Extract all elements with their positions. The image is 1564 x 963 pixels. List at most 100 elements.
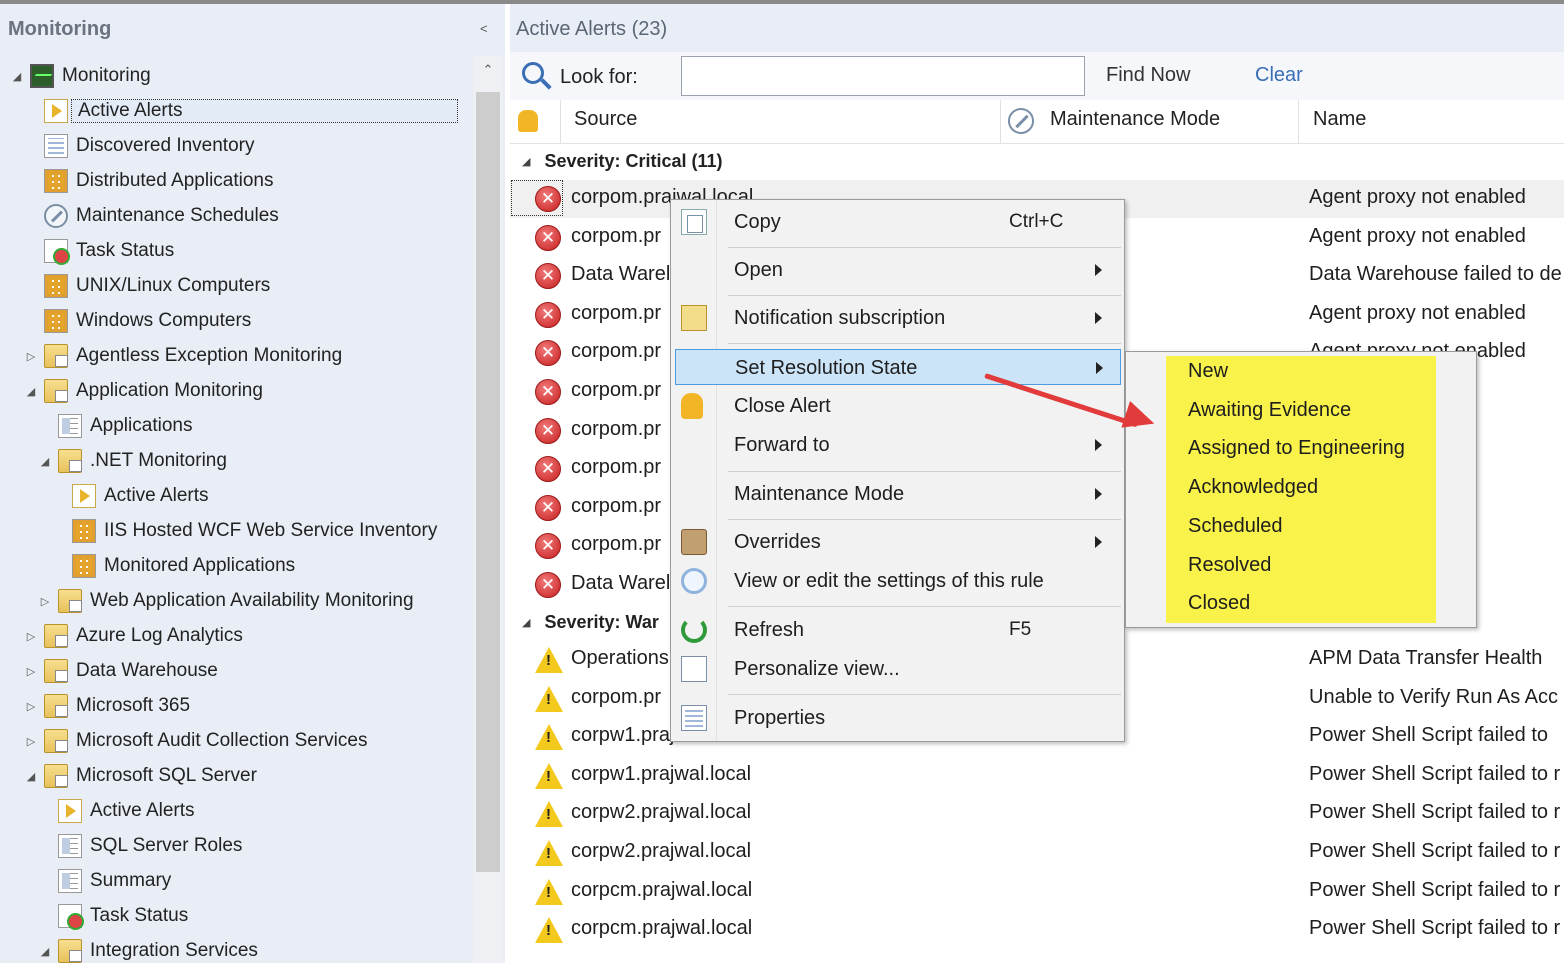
alert-bell-icon[interactable] <box>518 110 538 132</box>
tree-item-label: Monitoring <box>62 65 151 86</box>
collapse-group-icon[interactable]: ◢ <box>522 155 530 168</box>
collapse-arrow-icon[interactable]: ◢ <box>38 455 52 468</box>
tree-item[interactable]: ◢ Microsoft SQL Server <box>24 761 257 791</box>
resolution-state-assigned-to-engineering[interactable]: Assigned to Engineering <box>1188 437 1405 460</box>
alert-row[interactable]: corpw2.prajwal.local Power Shell Script f… <box>510 834 1564 872</box>
alert-source: corpom.pr <box>571 224 662 247</box>
menu-item-label: Refresh <box>734 619 805 641</box>
tree-item[interactable]: ◢ .NET Monitoring <box>38 446 227 476</box>
column-separator[interactable] <box>560 100 561 144</box>
menu-item-forward-to[interactable]: Forward to <box>675 427 1121 463</box>
tree-item[interactable]: Windows Computers <box>24 306 251 336</box>
group-header-critical[interactable]: ◢ Severity: Critical (11) <box>522 144 723 178</box>
collapse-arrow-icon[interactable]: ◢ <box>24 770 38 783</box>
alert-row[interactable]: corpcm.prajwal.local Power Shell Script f… <box>510 873 1564 911</box>
resolution-state-new[interactable]: New <box>1188 360 1228 383</box>
expand-arrow-icon[interactable]: ▷ <box>24 700 38 713</box>
tree-item[interactable]: Active Alerts <box>24 96 458 126</box>
tree-item[interactable]: Monitored Applications <box>52 551 295 581</box>
tree-item[interactable]: Task Status <box>38 901 188 931</box>
tree-item[interactable]: ◢ Application Monitoring <box>24 376 263 406</box>
collapse-group-icon[interactable]: ◢ <box>522 616 530 629</box>
expand-arrow-icon[interactable]: ▷ <box>24 665 38 678</box>
menu-item-open[interactable]: Open <box>675 252 1121 288</box>
resolution-state-awaiting-evidence[interactable]: Awaiting Evidence <box>1188 399 1351 422</box>
menu-separator <box>728 606 1121 607</box>
tree-item[interactable]: ▷ Azure Log Analytics <box>24 621 243 651</box>
expand-arrow-icon[interactable]: ▷ <box>24 630 38 643</box>
tree-item[interactable]: Summary <box>38 866 171 896</box>
tree-item[interactable]: ▷ Data Warehouse <box>24 656 218 686</box>
tree-item[interactable]: Task Status <box>24 236 174 266</box>
collapse-pane-button[interactable]: < <box>480 21 488 36</box>
tree-item[interactable]: Applications <box>38 411 192 441</box>
column-header-maintenance-mode[interactable]: Maintenance Mode <box>1050 108 1220 131</box>
collapse-arrow-icon[interactable]: ◢ <box>38 945 52 958</box>
column-header-row: Source Maintenance Mode Name <box>510 100 1564 144</box>
menu-item-maintenance-mode[interactable]: Maintenance Mode <box>675 476 1121 512</box>
critical-severity-icon: ✕ <box>535 494 561 521</box>
dashboard-icon <box>58 869 82 893</box>
collapse-arrow-icon[interactable]: ◢ <box>10 70 24 83</box>
collapse-arrow-icon[interactable]: ◢ <box>24 385 38 398</box>
submenu-arrow-icon <box>1095 536 1102 548</box>
alert-row[interactable]: corpw1.prajwal.local Power Shell Script f… <box>510 757 1564 795</box>
column-separator[interactable] <box>1298 100 1299 144</box>
expand-arrow-icon[interactable]: ▷ <box>38 595 52 608</box>
tree-item[interactable]: SQL Server Roles <box>38 831 242 861</box>
folder-icon <box>58 939 82 963</box>
tree-item[interactable]: Maintenance Schedules <box>24 201 279 231</box>
alert-row[interactable]: corpw2.prajwal.local Power Shell Script f… <box>510 795 1564 833</box>
tree-item[interactable]: ▷ Web Application Availability Monitoring <box>38 586 414 616</box>
tree-item-label: IIS Hosted WCF Web Service Inventory <box>104 520 438 541</box>
clear-button[interactable]: Clear <box>1255 64 1303 87</box>
tree-item[interactable]: UNIX/Linux Computers <box>24 271 270 301</box>
scroll-up-button[interactable]: ⌃ <box>473 62 503 86</box>
menu-item-personalize-view[interactable]: Personalize view... <box>675 651 1121 687</box>
tree-item[interactable]: ◢ Monitoring <box>10 61 151 91</box>
critical-severity-icon: ✕ <box>535 263 561 290</box>
expand-arrow-icon[interactable]: ▷ <box>24 735 38 748</box>
tree-item[interactable]: IIS Hosted WCF Web Service Inventory <box>52 516 437 546</box>
scroll-thumb[interactable] <box>476 92 500 872</box>
menu-item-close-alert[interactable]: Close Alert <box>675 388 1121 424</box>
tree-item[interactable]: ▷ Agentless Exception Monitoring <box>24 341 342 371</box>
column-separator[interactable] <box>1000 100 1001 144</box>
tree-item-label: Azure Log Analytics <box>76 625 243 646</box>
resolution-state-submenu: New Awaiting Evidence Assigned to Engineer… <box>1125 351 1477 628</box>
tree-item[interactable]: ▷ Microsoft Audit Collection Services <box>24 726 367 756</box>
resolution-state-closed[interactable]: Closed <box>1188 592 1250 615</box>
alert-name: Power Shell Script failed to r <box>1309 917 1561 940</box>
column-header-name[interactable]: Name <box>1313 108 1366 131</box>
tree-item[interactable]: Active Alerts <box>52 481 209 511</box>
context-menu: Copy Ctrl+C Open Notification subscription S… <box>670 199 1125 742</box>
column-header-source[interactable]: Source <box>574 108 637 131</box>
personalize-icon <box>681 656 707 682</box>
resolution-state-acknowledged[interactable]: Acknowledged <box>1188 476 1318 499</box>
menu-item-notification-subscription[interactable]: Notification subscription <box>675 300 1121 336</box>
menu-separator <box>728 519 1121 520</box>
tree-item[interactable]: Active Alerts <box>38 796 195 826</box>
alert-row[interactable]: corpcm.prajwal.local Power Shell Script f… <box>510 911 1564 949</box>
resolution-state-scheduled[interactable]: Scheduled <box>1188 515 1283 538</box>
tree-item[interactable]: ▷ Microsoft 365 <box>24 691 190 721</box>
menu-item-label: Personalize view... <box>734 658 900 680</box>
tree-item[interactable]: ◢ Integration Services <box>38 936 258 963</box>
state-view-icon <box>44 169 68 193</box>
navigation-scrollbar[interactable]: ⌃ <box>473 56 503 963</box>
menu-item-refresh[interactable]: Refresh F5 <box>675 612 1121 648</box>
menu-item-properties[interactable]: Properties <box>675 700 1121 736</box>
expand-arrow-icon[interactable]: ▷ <box>24 350 38 363</box>
resolution-state-resolved[interactable]: Resolved <box>1188 554 1271 577</box>
tree-item-label: Active Alerts <box>71 99 458 123</box>
group-header-warning[interactable]: ◢ Severity: War <box>522 605 659 639</box>
menu-item-set-resolution-state[interactable]: Set Resolution State <box>675 349 1121 385</box>
menu-item-copy[interactable]: Copy Ctrl+C <box>675 204 1121 240</box>
menu-item-overrides[interactable]: Overrides <box>675 524 1121 560</box>
tree-item[interactable]: Discovered Inventory <box>24 131 254 161</box>
look-for-input[interactable] <box>681 56 1085 96</box>
tree-item-label: Web Application Availability Monitoring <box>90 590 414 611</box>
find-now-button[interactable]: Find Now <box>1106 64 1190 87</box>
menu-item-view-or-edit-the-settings-of-this-rule[interactable]: View or edit the settings of this rule <box>675 563 1121 599</box>
tree-item[interactable]: Distributed Applications <box>24 166 274 196</box>
